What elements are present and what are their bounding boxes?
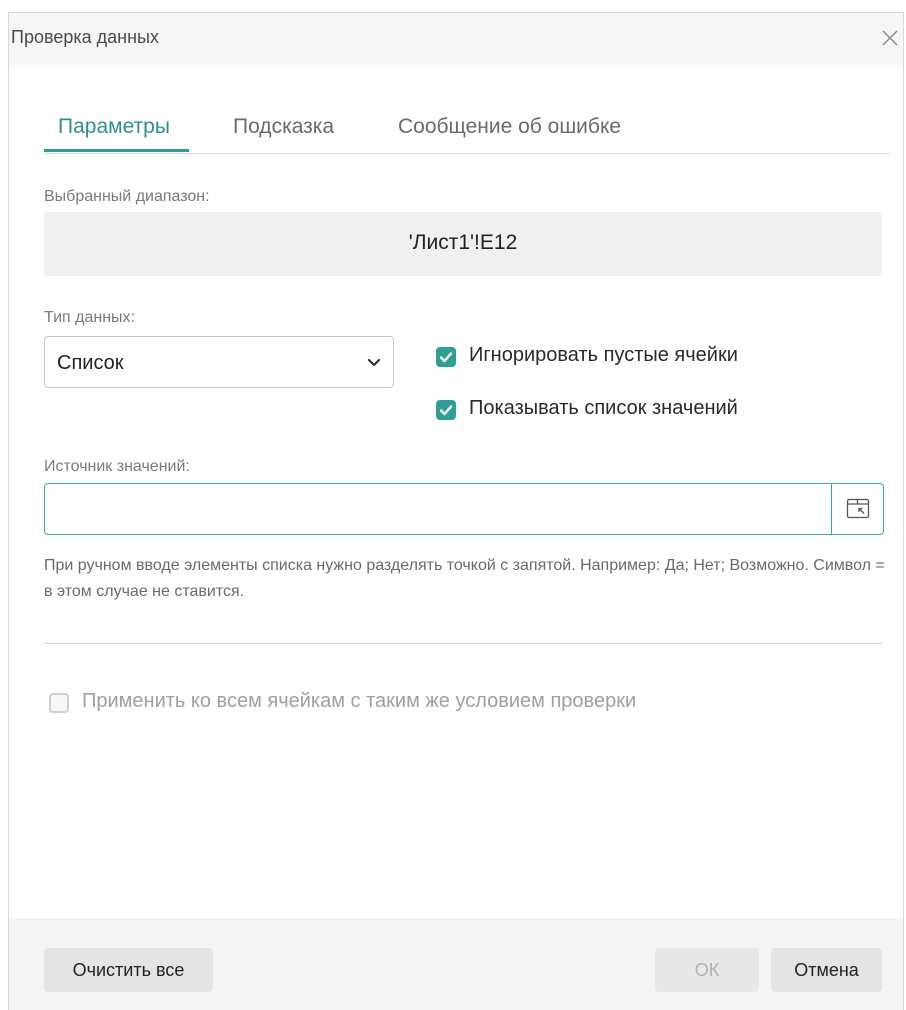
active-tab-indicator [44, 149, 189, 152]
clear-all-button[interactable]: Очистить все [44, 948, 213, 992]
select-range-button[interactable] [831, 484, 883, 534]
ok-button[interactable]: ОК [655, 948, 759, 992]
tab-bar: Параметры Подсказка Сообщение об ошибке [44, 101, 890, 154]
selected-range-value: 'Лист1'!E12 [408, 231, 518, 254]
apply-to-all-label: Применить ко всем ячейкам с таким же усл… [82, 690, 637, 712]
ignore-blank-checkbox[interactable] [436, 347, 456, 367]
show-list-checkbox[interactable] [436, 400, 456, 420]
close-icon[interactable] [879, 27, 901, 49]
source-label: Источник значений: [44, 458, 190, 475]
tab-parameters[interactable]: Параметры [58, 115, 170, 139]
tab-hint[interactable]: Подсказка [233, 115, 334, 139]
range-label: Выбранный диапазон: [44, 188, 210, 205]
selected-range-box: 'Лист1'!E12 [44, 212, 882, 276]
dialog-title: Проверка данных [11, 27, 159, 47]
cancel-button[interactable]: Отмена [771, 948, 882, 992]
tab-error-message[interactable]: Сообщение об ошибке [398, 115, 621, 139]
chevron-down-icon [367, 356, 381, 370]
source-input[interactable] [45, 484, 829, 534]
source-hint-text: При ручном вводе элементы списка нужно р… [44, 557, 885, 600]
data-type-selected-value: Список [57, 352, 124, 374]
source-input-group [44, 483, 884, 535]
dialog-footer: Очистить все ОК Отмена [9, 918, 903, 1010]
section-divider [44, 643, 882, 644]
ignore-blank-label: Игнорировать пустые ячейки [469, 344, 738, 366]
dialog-titlebar: Проверка данных [9, 13, 903, 65]
apply-to-all-checkbox[interactable] [49, 693, 69, 713]
data-type-label: Тип данных: [44, 309, 135, 326]
data-validation-dialog: Проверка данных Параметры Подсказка Сооб… [8, 12, 904, 1010]
data-type-select[interactable]: Список [44, 336, 394, 388]
show-list-label: Показывать список значений [469, 397, 738, 419]
select-range-icon [846, 498, 870, 519]
